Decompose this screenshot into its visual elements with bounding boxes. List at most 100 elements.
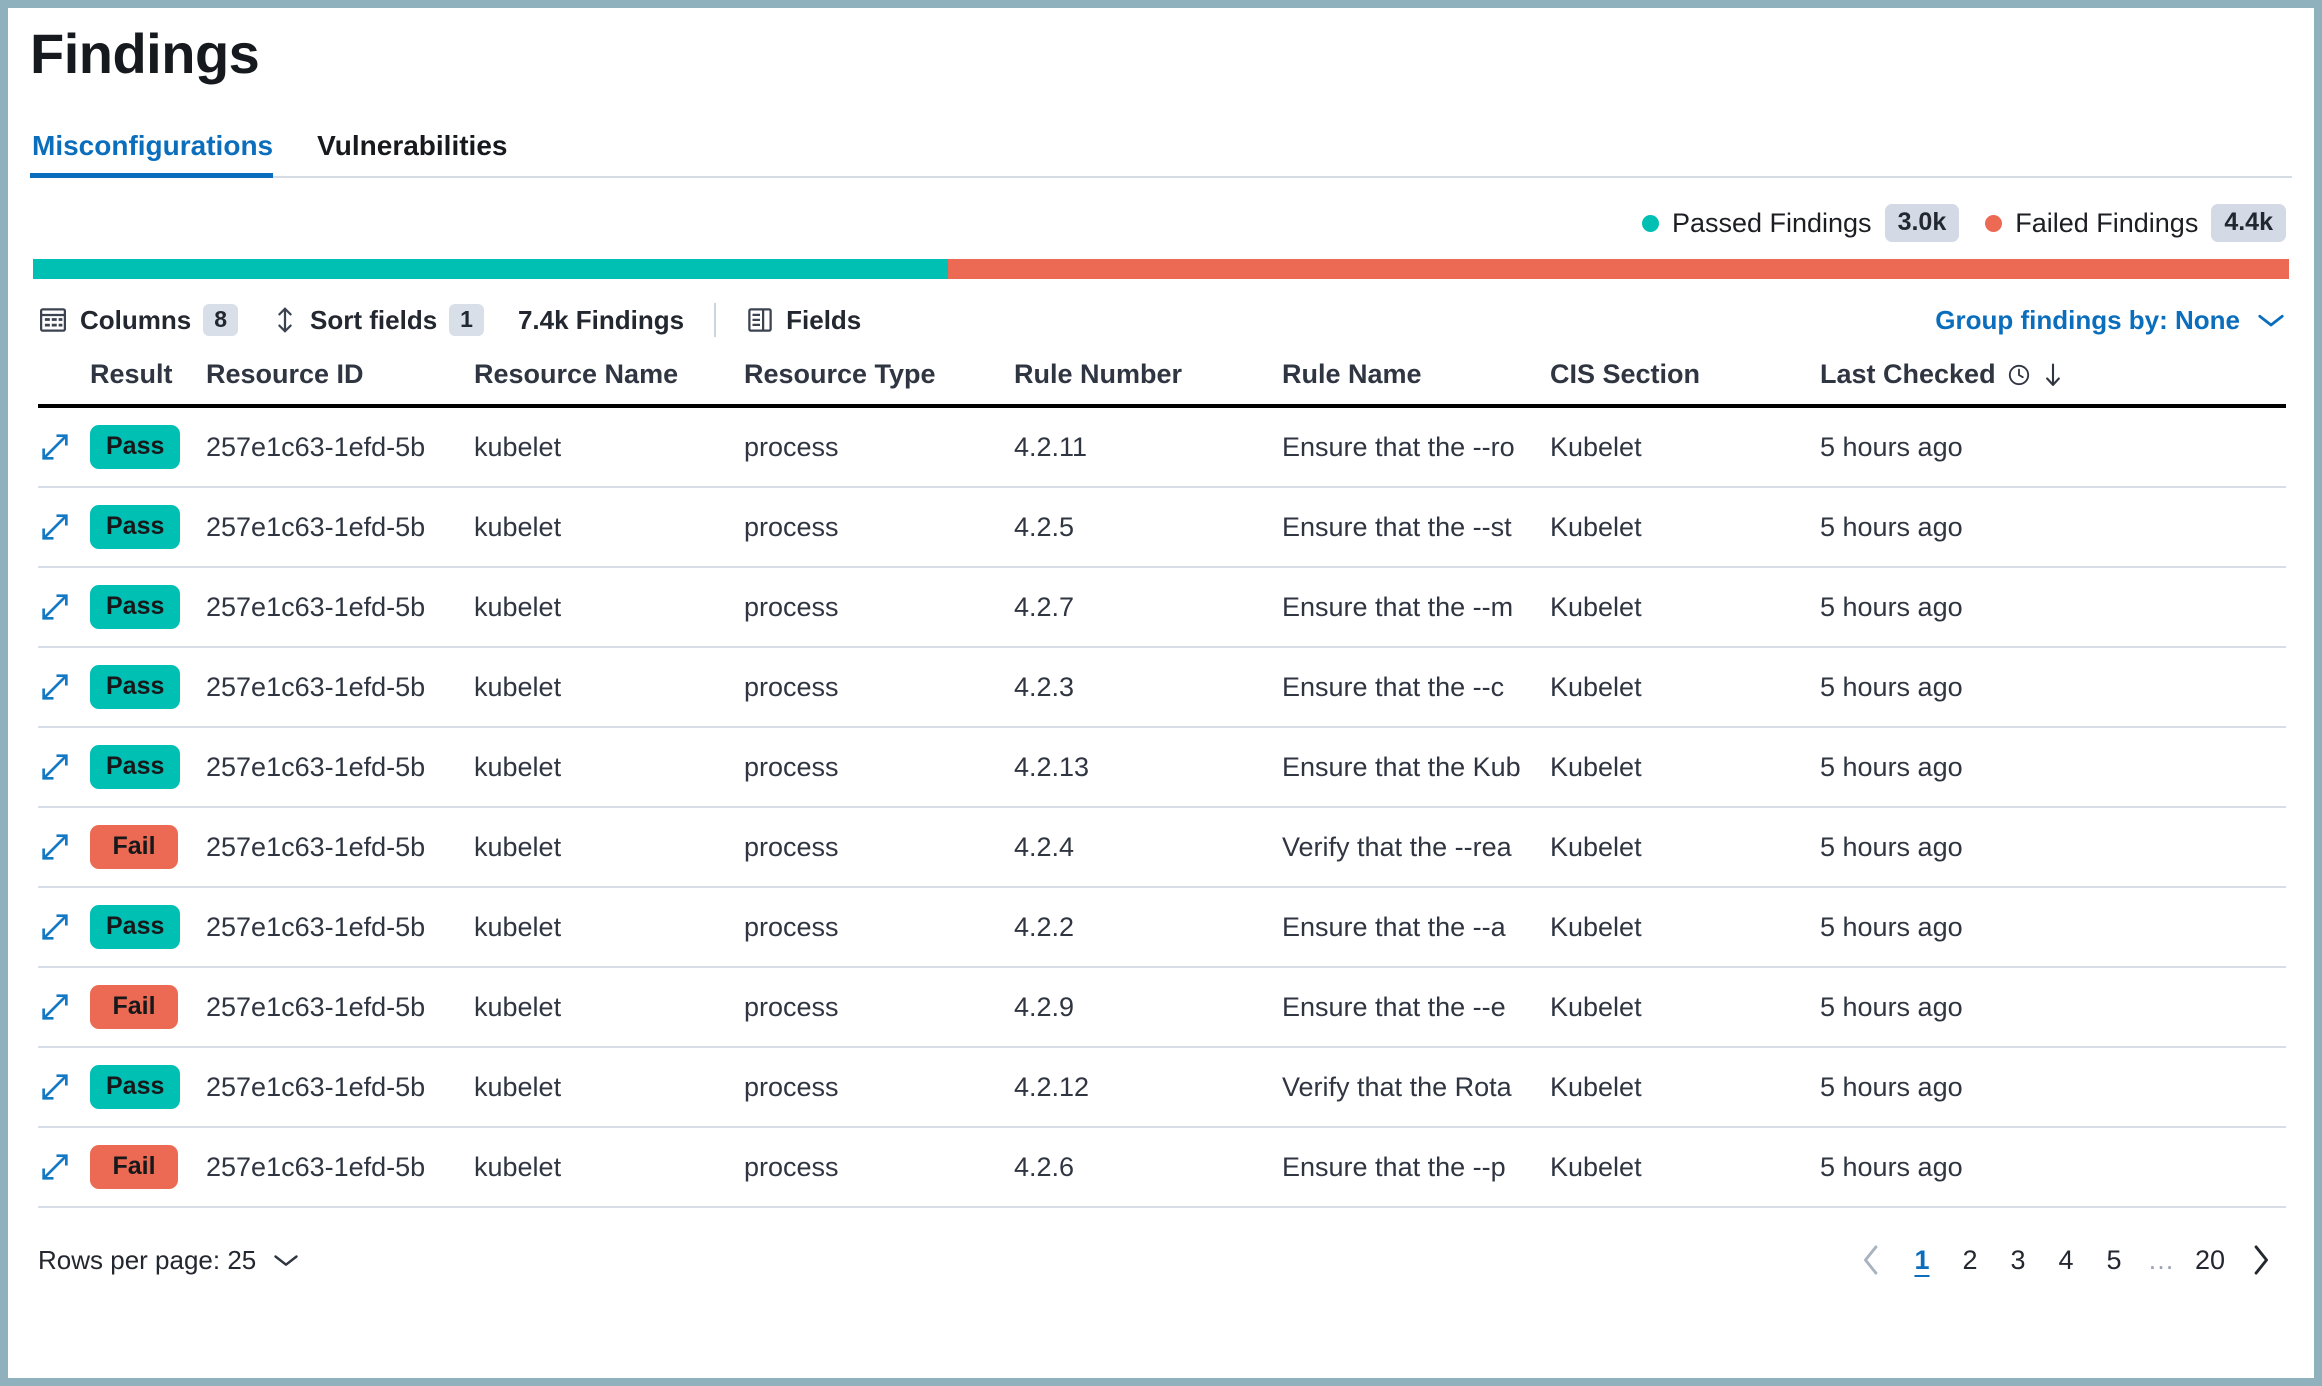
passed-findings-count: 3.0k [1885, 204, 1960, 242]
panel-fields-icon [746, 305, 774, 335]
sort-desc-arrow-icon[interactable] [2042, 361, 2064, 389]
result-cell: Fail [90, 1145, 206, 1189]
result-cell: Pass [90, 425, 206, 469]
resource-type-cell: process [744, 512, 1014, 543]
status-badge: Fail [90, 985, 178, 1029]
resource-id-cell: 257e1c63-1efd-5b [206, 752, 474, 783]
expand-row-button[interactable] [38, 430, 90, 464]
expand-row-button[interactable] [38, 1150, 90, 1184]
result-cell: Pass [90, 905, 206, 949]
th-rule-number[interactable]: Rule Number [1014, 359, 1282, 390]
expand-row-button[interactable] [38, 750, 90, 784]
passed-findings-label: Passed Findings [1672, 208, 1872, 239]
resource-id-cell: 257e1c63-1efd-5b [206, 512, 474, 543]
legend-passed-findings[interactable]: Passed Findings 3.0k [1642, 204, 1959, 242]
status-badge: Pass [90, 585, 180, 629]
passed-dot-icon [1642, 215, 1659, 232]
rule-name-cell: Ensure that the --st [1282, 512, 1550, 543]
cis-section-cell: Kubelet [1550, 832, 1820, 863]
resource-type-cell: process [744, 1072, 1014, 1103]
last-checked-cell: 5 hours ago [1820, 752, 2286, 783]
expand-row-button[interactable] [38, 830, 90, 864]
clock-icon [2006, 362, 2032, 388]
th-rule-name[interactable]: Rule Name [1282, 359, 1550, 390]
resource-id-cell: 257e1c63-1efd-5b [206, 1152, 474, 1183]
result-cell: Pass [90, 665, 206, 709]
pagination-page-4[interactable]: 4 [2042, 1242, 2090, 1278]
resource-id-cell: 257e1c63-1efd-5b [206, 832, 474, 863]
pagination-page-2[interactable]: 2 [1946, 1242, 1994, 1278]
rule-number-cell: 4.2.5 [1014, 512, 1282, 543]
result-cell: Pass [90, 505, 206, 549]
resource-name-cell: kubelet [474, 992, 744, 1023]
th-result[interactable]: Result [90, 359, 206, 390]
last-checked-cell: 5 hours ago [1820, 512, 2286, 543]
ratio-bar-failed-segment [948, 259, 2289, 279]
table-row[interactable]: Fail257e1c63-1efd-5bkubeletprocess4.2.9E… [38, 968, 2286, 1048]
fields-button[interactable]: Fields [746, 305, 861, 336]
rule-number-cell: 4.2.2 [1014, 912, 1282, 943]
resource-name-cell: kubelet [474, 832, 744, 863]
result-cell: Pass [90, 1065, 206, 1109]
resource-id-cell: 257e1c63-1efd-5b [206, 432, 474, 463]
table-row[interactable]: Pass257e1c63-1efd-5bkubeletprocess4.2.13… [38, 728, 2286, 808]
sort-fields-button[interactable]: Sort fields 1 [272, 304, 484, 337]
legend-failed-findings[interactable]: Failed Findings 4.4k [1985, 204, 2286, 242]
expand-row-button[interactable] [38, 670, 90, 704]
table-row[interactable]: Pass257e1c63-1efd-5bkubeletprocess4.2.12… [38, 1048, 2286, 1128]
table-row[interactable]: Fail257e1c63-1efd-5bkubeletprocess4.2.6E… [38, 1128, 2286, 1208]
status-badge: Fail [90, 1145, 178, 1189]
th-cis-section[interactable]: CIS Section [1550, 359, 1820, 390]
pagination-page-5[interactable]: 5 [2090, 1242, 2138, 1278]
table-footer: Rows per page: 25 12345…20 [8, 1208, 2314, 1286]
pagination: 12345…20 [1846, 1234, 2286, 1286]
status-badge: Pass [90, 505, 180, 549]
resource-type-cell: process [744, 912, 1014, 943]
resource-name-cell: kubelet [474, 1072, 744, 1103]
resource-name-cell: kubelet [474, 512, 744, 543]
pagination-page-3[interactable]: 3 [1994, 1242, 2042, 1278]
tab-misconfigurations[interactable]: Misconfigurations [30, 130, 295, 178]
rule-name-cell: Ensure that the Kub [1282, 752, 1550, 783]
last-checked-cell: 5 hours ago [1820, 432, 2286, 463]
pagination-previous-button[interactable] [1846, 1234, 1898, 1286]
th-resource-name[interactable]: Resource Name [474, 359, 744, 390]
columns-button[interactable]: Columns 8 [38, 304, 238, 337]
table-toolbar: Columns 8 Sort fields 1 7.4k Findings [8, 279, 2314, 337]
result-cell: Pass [90, 745, 206, 789]
pagination-page-1[interactable]: 1 [1898, 1242, 1946, 1278]
rule-number-cell: 4.2.11 [1014, 432, 1282, 463]
pagination-page-20[interactable]: 20 [2186, 1242, 2234, 1278]
resource-type-cell: process [744, 672, 1014, 703]
resource-name-cell: kubelet [474, 672, 744, 703]
table-row[interactable]: Pass257e1c63-1efd-5bkubeletprocess4.2.7E… [38, 568, 2286, 648]
last-checked-cell: 5 hours ago [1820, 912, 2286, 943]
resource-type-cell: process [744, 592, 1014, 623]
rule-name-cell: Ensure that the --m [1282, 592, 1550, 623]
expand-row-button[interactable] [38, 590, 90, 624]
status-badge: Pass [90, 1065, 180, 1109]
table-row[interactable]: Pass257e1c63-1efd-5bkubeletprocess4.2.11… [38, 408, 2286, 488]
expand-row-button[interactable] [38, 510, 90, 544]
last-checked-cell: 5 hours ago [1820, 832, 2286, 863]
table-row[interactable]: Pass 257e1c63-1efd-5bkubeletprocess4.2.5E… [38, 488, 2286, 568]
expand-row-button[interactable] [38, 910, 90, 944]
table-row[interactable]: Pass257e1c63-1efd-5bkubeletprocess4.2.2E… [38, 888, 2286, 968]
tab-vulnerabilities[interactable]: Vulnerabilities [295, 130, 529, 178]
ratio-bar-passed-segment [33, 259, 948, 279]
th-resource-id[interactable]: Resource ID [206, 359, 474, 390]
table-row[interactable]: Pass257e1c63-1efd-5bkubeletprocess4.2.3E… [38, 648, 2286, 728]
resource-id-cell: 257e1c63-1efd-5b [206, 672, 474, 703]
rows-per-page-dropdown[interactable]: Rows per page: 25 [38, 1245, 300, 1276]
group-findings-by-dropdown[interactable]: Group findings by: None [1935, 305, 2286, 336]
table-row[interactable]: Fail257e1c63-1efd-5bkubeletprocess4.2.4V… [38, 808, 2286, 888]
th-last-checked[interactable]: Last Checked [1820, 359, 2286, 390]
rule-name-cell: Ensure that the --p [1282, 1152, 1550, 1183]
pagination-next-button[interactable] [2234, 1234, 2286, 1286]
expand-row-button[interactable] [38, 1070, 90, 1104]
th-last-checked-label: Last Checked [1820, 359, 1996, 390]
th-resource-type[interactable]: Resource Type [744, 359, 1014, 390]
expand-row-button[interactable] [38, 990, 90, 1024]
cis-section-cell: Kubelet [1550, 992, 1820, 1023]
resource-name-cell: kubelet [474, 1152, 744, 1183]
